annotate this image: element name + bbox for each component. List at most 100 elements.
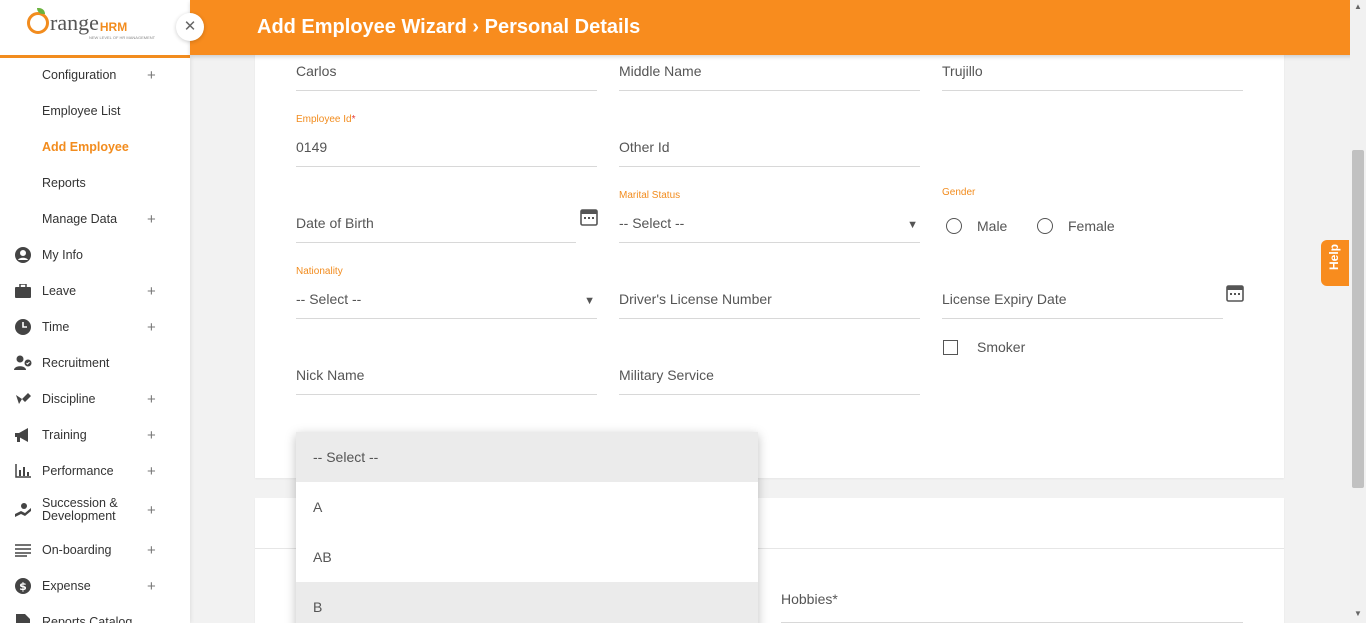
expand-plus-icon[interactable]: + <box>147 502 156 519</box>
license-expiry-field[interactable]: License Expiry Date <box>942 283 1223 319</box>
nationality-value: -- Select -- <box>296 291 362 307</box>
middle-name-placeholder: Middle Name <box>619 63 702 79</box>
expand-plus-icon[interactable]: + <box>147 211 156 228</box>
sidebar-item-label: Configuration <box>42 68 117 82</box>
dropdown-option[interactable]: -- Select -- <box>296 432 758 482</box>
nationality-select[interactable]: -- Select -- ▼ <box>296 283 597 319</box>
expand-plus-icon[interactable]: + <box>147 542 156 559</box>
calendar-icon[interactable] <box>580 208 598 226</box>
first-name-value: Carlos <box>296 63 337 79</box>
sidebar-item-label: Succession & Development <box>42 496 118 523</box>
sidebar-item-onboarding[interactable]: On-boarding + <box>0 532 190 568</box>
clock-icon <box>14 319 32 335</box>
military-service-placeholder: Military Service <box>619 367 714 383</box>
dropdown-option[interactable]: A <box>296 482 758 532</box>
expand-plus-icon[interactable]: + <box>147 391 156 408</box>
sidebar-item-label: Training <box>42 428 87 442</box>
sidebar-item-employee-list[interactable]: Employee List <box>0 93 190 129</box>
other-id-field[interactable]: Other Id <box>619 131 920 167</box>
expand-plus-icon[interactable]: + <box>147 319 156 336</box>
gender-male-label[interactable]: Male <box>977 218 1007 234</box>
expand-plus-icon[interactable]: + <box>147 427 156 444</box>
sidebar-item-expense[interactable]: $ Expense + <box>0 568 190 604</box>
last-name-value: Trujillo <box>942 63 983 79</box>
sidebar-item-label: Add Employee <box>42 140 129 154</box>
bar-chart-icon <box>14 463 32 479</box>
license-expiry-placeholder: License Expiry Date <box>942 291 1067 307</box>
sidebar-item-recruitment[interactable]: Recruitment <box>0 345 190 381</box>
sidebar-item-label: Employee List <box>42 104 121 118</box>
drivers-license-placeholder: Driver's License Number <box>619 291 772 307</box>
hobbies-label: Hobbies* <box>781 591 838 607</box>
dropdown-option[interactable]: B <box>296 582 758 623</box>
sidebar-item-label: Discipline <box>42 392 96 406</box>
scrollbar-thumb[interactable] <box>1352 150 1364 488</box>
expand-plus-icon[interactable]: + <box>147 578 156 595</box>
sidebar-item-performance[interactable]: Performance + <box>0 453 190 489</box>
personal-details-card <box>255 40 1284 478</box>
employee-id-field[interactable]: 0149 <box>296 131 597 167</box>
help-label: Help <box>1327 243 1341 270</box>
marital-status-select[interactable]: -- Select -- ▼ <box>619 207 920 243</box>
sidebar-item-leave[interactable]: Leave + <box>0 273 190 309</box>
gender-female-radio[interactable] <box>1037 218 1053 234</box>
sidebar-item-my-info[interactable]: My Info <box>0 237 190 273</box>
dob-placeholder: Date of Birth <box>296 215 374 231</box>
marital-status-label: Marital Status <box>619 190 681 201</box>
smoker-label[interactable]: Smoker <box>977 339 1025 355</box>
date-of-birth-field[interactable]: Date of Birth <box>296 207 576 243</box>
sidebar-item-label: Performance <box>42 464 114 478</box>
employee-id-label: Employee Id* <box>296 114 356 125</box>
first-name-field[interactable]: Carlos <box>296 55 597 91</box>
sidebar-item-add-employee[interactable]: Add Employee <box>0 129 190 165</box>
logo-bar: range HRM NEW LEVEL OF HR MANAGEMENT <box>0 0 190 58</box>
sidebar-item-discipline[interactable]: Discipline + <box>0 381 190 417</box>
sidebar-item-label: Manage Data <box>42 212 118 226</box>
orangehrm-logo[interactable]: range HRM NEW LEVEL OF HR MANAGEMENT <box>27 8 155 40</box>
sidebar-item-configuration[interactable]: Configuration + <box>0 57 190 93</box>
chevron-down-icon: ▼ <box>584 295 595 307</box>
sidebar-item-reports-catalog[interactable]: Reports Catalog <box>0 604 190 623</box>
user-circle-icon <box>14 247 32 263</box>
blood-type-dropdown-menu[interactable]: -- Select -- A AB B <box>296 432 758 623</box>
scroll-up-arrow-icon[interactable]: ▲ <box>1354 2 1362 11</box>
discipline-icon <box>14 391 32 407</box>
dropdown-option[interactable]: AB <box>296 532 758 582</box>
calendar-icon[interactable] <box>1226 284 1244 302</box>
page-title: Add Employee Wizard › Personal Details <box>257 16 641 38</box>
smoker-checkbox[interactable] <box>943 340 958 355</box>
page-scrollbar[interactable]: ▲ ▼ <box>1350 0 1366 623</box>
drivers-license-field[interactable]: Driver's License Number <box>619 283 920 319</box>
sidebar: range HRM NEW LEVEL OF HR MANAGEMENT Con… <box>0 0 190 623</box>
sidebar-item-label: On-boarding <box>42 543 112 557</box>
expand-plus-icon[interactable]: + <box>147 67 156 84</box>
military-service-field[interactable]: Military Service <box>619 359 920 395</box>
middle-name-field[interactable]: Middle Name <box>619 55 920 91</box>
marital-status-value: -- Select -- <box>619 215 685 231</box>
nick-name-placeholder: Nick Name <box>296 367 365 383</box>
other-id-placeholder: Other Id <box>619 139 670 155</box>
gender-label: Gender <box>942 187 976 198</box>
sidebar-item-time[interactable]: Time + <box>0 309 190 345</box>
gender-male-radio[interactable] <box>946 218 962 234</box>
sidebar-collapse-button[interactable]: ✕ <box>176 13 204 41</box>
hobbies-field[interactable]: Hobbies* <box>781 587 1243 623</box>
sidebar-item-training[interactable]: Training + <box>0 417 190 453</box>
logo-word: range <box>50 10 99 35</box>
sidebar-item-succession-development[interactable]: Succession & Development + <box>0 490 190 530</box>
scroll-down-arrow-icon[interactable]: ▼ <box>1354 609 1362 618</box>
megaphone-icon <box>14 427 32 443</box>
sidebar-item-reports[interactable]: Reports <box>0 165 190 201</box>
onboarding-icon <box>14 542 32 558</box>
logo-orange-mark <box>27 8 49 34</box>
help-tab[interactable]: Help <box>1321 240 1349 286</box>
expand-plus-icon[interactable]: + <box>147 283 156 300</box>
expand-plus-icon[interactable]: + <box>147 463 156 480</box>
sidebar-item-manage-data[interactable]: Manage Data + <box>0 201 190 237</box>
gender-female-label[interactable]: Female <box>1068 218 1115 234</box>
svg-text:$: $ <box>19 580 27 593</box>
sidebar-item-label: Expense <box>42 579 91 593</box>
nick-name-field[interactable]: Nick Name <box>296 359 597 395</box>
last-name-field[interactable]: Trujillo <box>942 55 1243 91</box>
sidebar-item-label: My Info <box>42 248 83 262</box>
